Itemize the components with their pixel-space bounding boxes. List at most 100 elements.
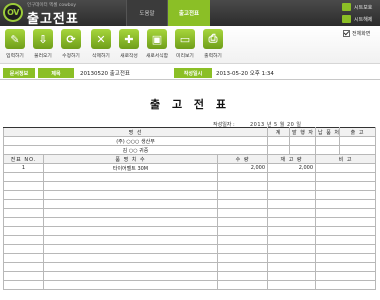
cell[interactable] <box>3 280 44 290</box>
cell[interactable] <box>216 199 269 209</box>
cell[interactable] <box>315 217 377 227</box>
cell[interactable] <box>216 226 269 236</box>
cell[interactable] <box>315 235 377 245</box>
cell[interactable] <box>216 280 269 290</box>
cell[interactable] <box>267 244 317 254</box>
cell[interactable] <box>43 271 218 281</box>
row-no[interactable]: 1 <box>3 163 44 173</box>
delete-label: 삭제하기 <box>92 54 110 59</box>
cell[interactable] <box>216 235 269 245</box>
cell[interactable] <box>43 253 218 263</box>
cell[interactable] <box>43 280 218 290</box>
cell[interactable] <box>3 262 44 272</box>
row-note[interactable] <box>315 163 377 173</box>
cell[interactable] <box>267 235 317 245</box>
row-item[interactable]: 타이어벨트 30M <box>43 163 218 173</box>
fullscreen-checkbox[interactable] <box>343 30 350 37</box>
cell[interactable] <box>43 217 218 227</box>
cell[interactable] <box>315 145 341 155</box>
refresh-icon: ⟳ <box>61 29 81 49</box>
cell[interactable] <box>3 271 44 281</box>
cell[interactable] <box>3 244 44 254</box>
cell[interactable] <box>315 262 377 272</box>
cell[interactable] <box>43 226 218 236</box>
cell[interactable] <box>3 172 44 182</box>
cell[interactable] <box>315 244 377 254</box>
cell[interactable] <box>3 208 44 218</box>
cell[interactable] <box>3 181 44 191</box>
tab-shipping-slip[interactable]: 출고전표 <box>168 0 210 26</box>
cell[interactable] <box>43 244 218 254</box>
cell[interactable] <box>267 280 317 290</box>
cell[interactable] <box>339 136 377 146</box>
cell[interactable] <box>267 136 291 146</box>
cell[interactable] <box>216 208 269 218</box>
cell[interactable] <box>216 253 269 263</box>
template-button[interactable]: ▣ 새로서식함 <box>144 29 170 61</box>
cell[interactable] <box>43 208 218 218</box>
cell[interactable] <box>315 271 377 281</box>
cell[interactable] <box>43 262 218 272</box>
cell[interactable] <box>315 172 377 182</box>
cell[interactable] <box>289 136 317 146</box>
cell[interactable] <box>3 253 44 263</box>
cell[interactable] <box>3 235 44 245</box>
cell[interactable] <box>315 208 377 218</box>
cell[interactable] <box>3 190 44 200</box>
cell[interactable] <box>267 226 317 236</box>
cell[interactable] <box>43 235 218 245</box>
cell[interactable] <box>3 199 44 209</box>
person-cell[interactable]: 김 ○○ 귀중 <box>2 145 269 155</box>
preview-button[interactable]: ▭ 미리보기 <box>172 29 198 61</box>
cell[interactable] <box>267 217 317 227</box>
no-column-header: 전표 NO. <box>3 154 44 164</box>
cell[interactable] <box>216 271 269 281</box>
cell[interactable] <box>315 181 377 191</box>
sheet-protect-button[interactable]: 시트보호 <box>342 2 380 12</box>
cell[interactable] <box>216 172 269 182</box>
cell[interactable] <box>339 145 377 155</box>
cell[interactable] <box>43 190 218 200</box>
cell[interactable] <box>267 181 317 191</box>
cell[interactable] <box>3 226 44 236</box>
cell[interactable] <box>267 208 317 218</box>
print-button[interactable]: ⎙ 출력하기 <box>200 29 226 61</box>
created-value: 2013-05-20 오후 1:34 <box>216 71 274 77</box>
cell[interactable] <box>43 199 218 209</box>
cell[interactable] <box>267 199 317 209</box>
cell[interactable] <box>315 226 377 236</box>
cell[interactable] <box>315 190 377 200</box>
cell[interactable] <box>315 136 341 146</box>
cell[interactable] <box>3 217 44 227</box>
sheet-unprotect-button[interactable]: 시트해제 <box>342 14 380 24</box>
cell[interactable] <box>43 172 218 182</box>
row-stock[interactable]: 2,000 <box>267 163 317 173</box>
cell[interactable] <box>315 280 377 290</box>
fullscreen-toggle[interactable]: 전체화면 <box>343 30 370 37</box>
cell[interactable] <box>43 181 218 191</box>
cell[interactable] <box>267 262 317 272</box>
input-button[interactable]: ✎ 입력하기 <box>2 29 28 61</box>
item-column-header: 품 명 치 수 <box>43 154 218 164</box>
cell[interactable] <box>216 181 269 191</box>
cell[interactable] <box>216 244 269 254</box>
load-label: 불러오기 <box>34 54 52 59</box>
load-button[interactable]: ⇩ 불러오기 <box>30 29 56 61</box>
cell[interactable] <box>216 217 269 227</box>
edit-button[interactable]: ⟳ 수정하기 <box>58 29 84 61</box>
cell[interactable] <box>315 253 377 263</box>
company-cell[interactable]: (주) ○○○ 생산부 <box>2 136 269 146</box>
delete-button[interactable]: ✕ 삭제하기 <box>88 29 114 61</box>
cell[interactable] <box>267 190 317 200</box>
tab-help[interactable]: 도움말 <box>126 0 168 26</box>
cell[interactable] <box>216 262 269 272</box>
cell[interactable] <box>216 190 269 200</box>
cell[interactable] <box>315 199 377 209</box>
cell[interactable] <box>267 145 291 155</box>
new-button[interactable]: ✚ 새로작성 <box>116 29 142 61</box>
cell[interactable] <box>289 145 317 155</box>
cell[interactable] <box>267 271 317 281</box>
cell[interactable] <box>267 172 317 182</box>
cell[interactable] <box>267 253 317 263</box>
row-qty[interactable]: 2,000 <box>216 163 269 173</box>
